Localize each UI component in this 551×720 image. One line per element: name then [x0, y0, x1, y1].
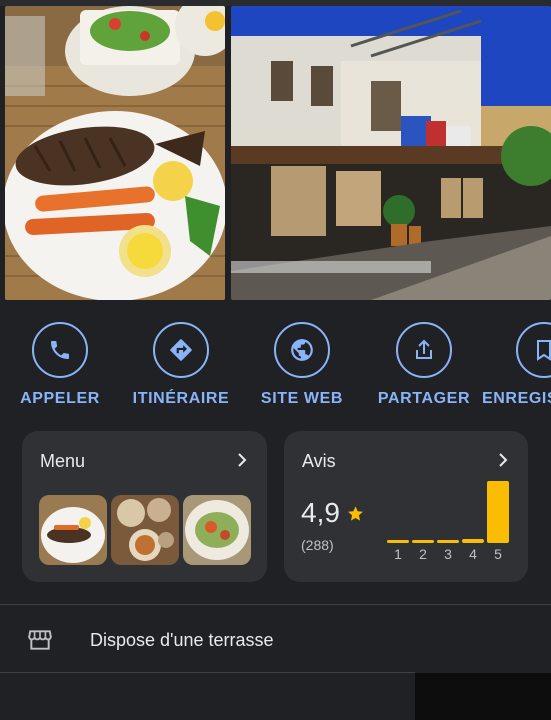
menu-thumbnail[interactable] — [39, 495, 107, 565]
chevron-right-icon — [238, 453, 247, 467]
feature-text: Dispose d'une terrasse — [90, 630, 274, 650]
directions-label: ITINÉRAIRE — [132, 390, 230, 407]
rating-bar-5 — [487, 481, 509, 543]
menu-card[interactable]: Menu — [22, 431, 267, 582]
star-icon — [348, 506, 363, 521]
rating-bar-label: 3 — [444, 546, 452, 562]
rating-bar-4 — [462, 539, 484, 543]
rating-bar-3 — [437, 540, 459, 543]
menu-thumbnail[interactable] — [111, 495, 179, 565]
phone-icon — [32, 322, 88, 378]
menu-card-title: Menu — [40, 451, 86, 471]
chevron-right-icon — [499, 453, 508, 467]
divider — [0, 604, 551, 605]
share-icon — [396, 322, 452, 378]
directions-button[interactable]: ITINÉRAIRE — [121, 322, 241, 408]
share-button[interactable]: PARTAGER — [364, 322, 484, 408]
share-label: PARTAGER — [377, 390, 471, 407]
call-label: APPELER — [20, 390, 100, 407]
globe-icon — [274, 322, 330, 378]
bottom-media — [415, 673, 551, 720]
save-label: ENREGIS — [482, 390, 551, 407]
website-label: SITE WEB — [260, 390, 344, 407]
reviews-card-title: Avis — [302, 451, 336, 471]
rating-bar-label: 1 — [394, 546, 402, 562]
rating-value: 4,9 — [301, 497, 340, 528]
reviews-card[interactable]: Avis 4,9 (288) 1 2 3 4 5 — [284, 431, 528, 582]
storefront-icon — [28, 630, 52, 650]
rating-bar-label: 5 — [494, 546, 502, 562]
call-button[interactable]: APPELER — [0, 322, 120, 408]
rating-bar-1 — [387, 540, 409, 543]
divider — [0, 672, 415, 673]
rating-bar-label: 4 — [469, 546, 477, 562]
review-count: (288) — [301, 537, 334, 553]
street-photo[interactable] — [231, 6, 551, 300]
save-button[interactable]: ENREGIS — [482, 322, 551, 408]
directions-icon — [153, 322, 209, 378]
action-row: APPELER ITINÉRAIRE SITE WEB PARTAGER ENR… — [0, 322, 551, 412]
rating-bar-2 — [412, 540, 434, 543]
rating-bar-label: 2 — [419, 546, 427, 562]
menu-thumbnail[interactable] — [183, 495, 251, 565]
feature-row: Dispose d'une terrasse — [0, 608, 551, 672]
bookmark-icon — [516, 322, 551, 378]
website-button[interactable]: SITE WEB — [242, 322, 362, 408]
food-photo[interactable] — [5, 6, 225, 300]
